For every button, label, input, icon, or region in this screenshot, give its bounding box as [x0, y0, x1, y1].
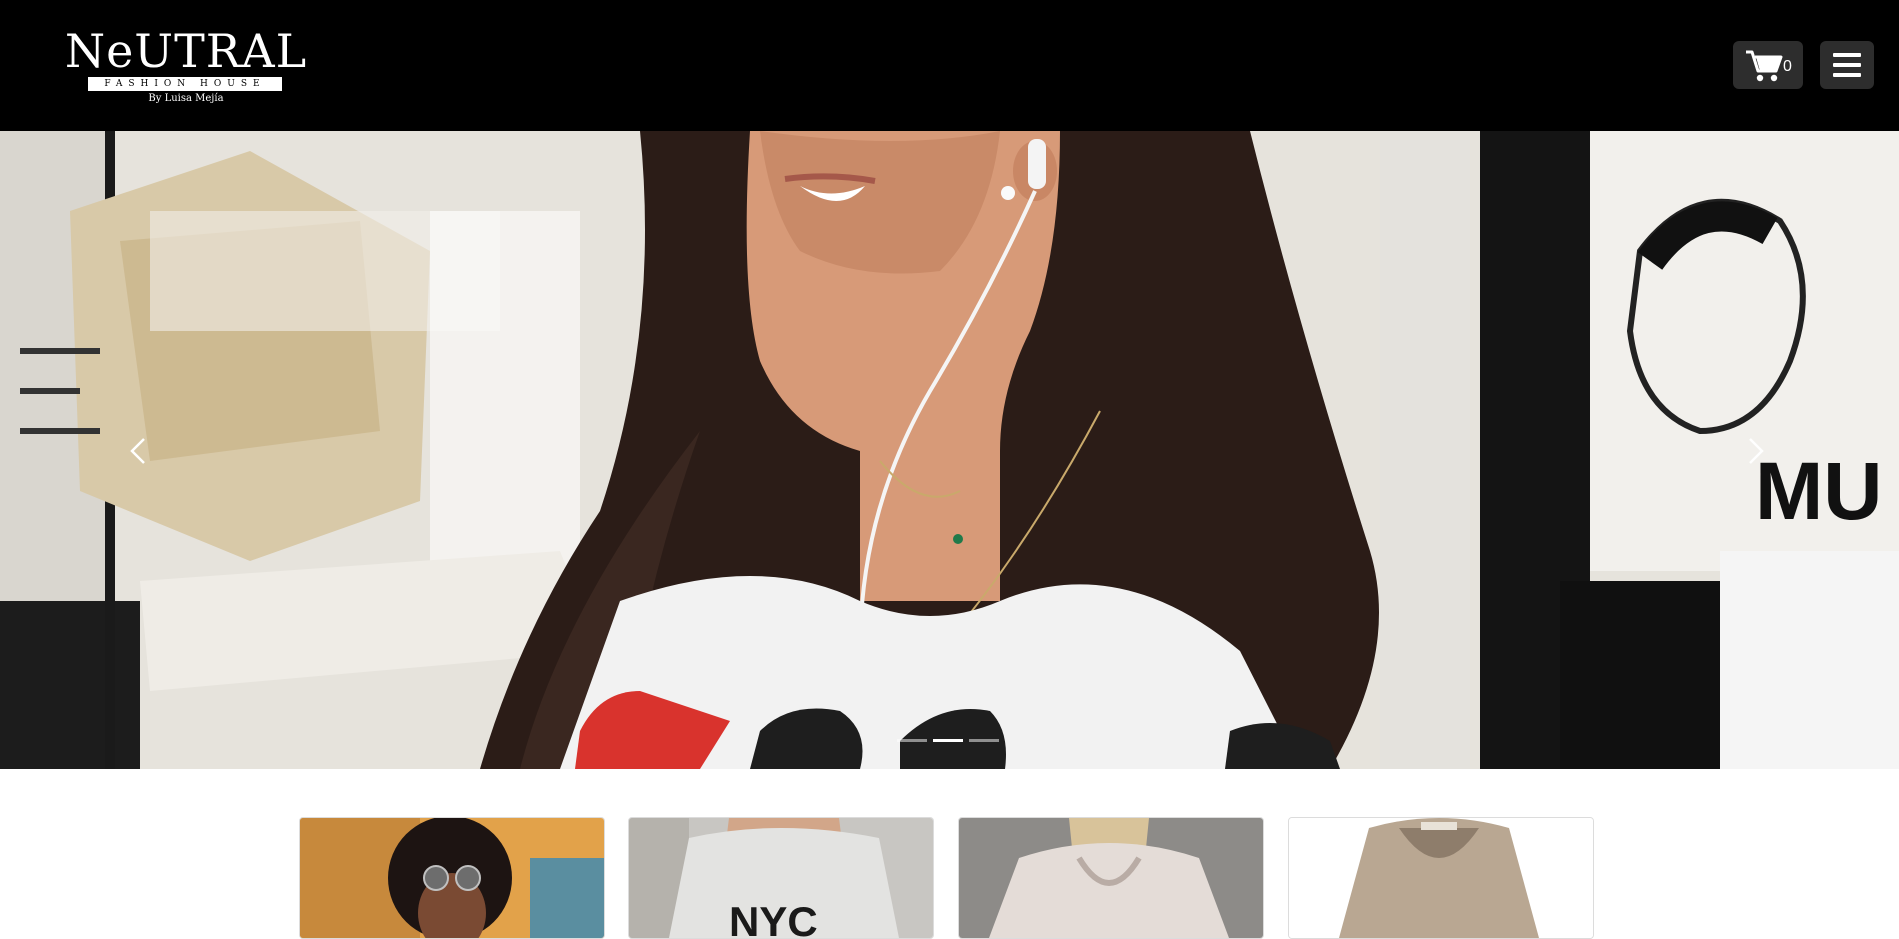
- product-card[interactable]: [299, 817, 605, 939]
- product-image: [1289, 818, 1593, 938]
- site-header: NeUTRAL FASHION HOUSE By Luisa Mejía 0: [0, 0, 1899, 131]
- cart-button[interactable]: 0: [1733, 41, 1803, 89]
- carousel-indicator-1[interactable]: [897, 739, 927, 742]
- cart-count-badge: 0: [1783, 58, 1792, 75]
- cart-icon: [1746, 50, 1783, 82]
- product-image: NYC: [629, 818, 933, 938]
- hero-image: MU: [0, 131, 1899, 769]
- product-card[interactable]: NYC: [628, 817, 934, 939]
- product-image: [959, 818, 1263, 938]
- carousel-prev-button[interactable]: [118, 421, 158, 481]
- product-grid: NYC: [0, 769, 1899, 939]
- product-image: [300, 818, 604, 938]
- brand-logo[interactable]: NeUTRAL FASHION HOUSE By Luisa Mejía: [64, 26, 308, 106]
- svg-text:NYC: NYC: [729, 898, 818, 938]
- carousel-indicator-2[interactable]: [933, 739, 963, 742]
- product-card[interactable]: [1288, 817, 1594, 939]
- carousel-indicator-3[interactable]: [969, 739, 999, 742]
- carousel-next-button[interactable]: [1736, 421, 1776, 481]
- menu-toggle-button[interactable]: [1820, 41, 1874, 89]
- hero-carousel: MU: [0, 131, 1899, 769]
- logo-byline: By Luisa Mejía: [148, 93, 224, 104]
- logo-wordmark: NeUTRAL: [64, 24, 308, 78]
- product-card[interactable]: [958, 817, 1264, 939]
- logo-tagline: FASHION HOUSE: [88, 77, 282, 91]
- carousel-indicators: [897, 739, 1001, 745]
- chevron-left-icon: [130, 438, 145, 464]
- chevron-right-icon: [1749, 438, 1764, 464]
